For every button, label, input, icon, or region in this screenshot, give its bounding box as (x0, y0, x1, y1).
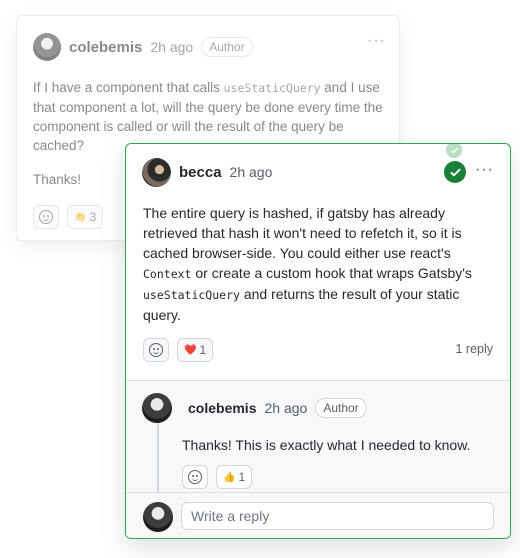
comment-signoff: Thanks! (33, 172, 82, 187)
reaction-emoji: ❤️ (184, 344, 197, 356)
reply-composer (126, 492, 510, 538)
inline-code: Context (143, 267, 192, 281)
inline-code: useStaticQuery (223, 81, 321, 95)
answer-header: becca 2h ago (142, 157, 272, 187)
avatar (143, 502, 173, 532)
author-name[interactable]: colebemis (188, 400, 256, 416)
accepted-answer-icon (444, 161, 466, 183)
timestamp[interactable]: 2h ago (230, 164, 273, 180)
avatar[interactable] (33, 33, 61, 61)
add-reaction-button[interactable] (33, 205, 59, 229)
reactions-bar: ❤️ 1 (143, 338, 214, 362)
avatar[interactable] (142, 393, 172, 423)
add-reaction-button[interactable] (143, 338, 169, 362)
reaction-count: 3 (89, 210, 97, 224)
replies-section: colebemis 2h ago Author Thanks! This is … (126, 380, 510, 538)
more-options-icon[interactable]: ··· (367, 32, 386, 50)
more-options-icon[interactable]: ··· (475, 161, 494, 179)
body-text: or create a custom hook that wraps Gatsb… (191, 265, 472, 281)
reactions-bar: 👏 3 (33, 205, 104, 229)
reply-input[interactable] (181, 502, 494, 530)
body-text: If I have a component that calls (33, 80, 224, 95)
smiley-icon (188, 470, 202, 484)
reactions-bar: 👍 1 (182, 465, 253, 489)
reply-text: Thanks! This is exactly what I needed to… (182, 437, 471, 453)
answer-card: becca 2h ago ··· The entire query is has… (125, 143, 511, 539)
author-badge: Author (201, 37, 253, 57)
reaction-chip[interactable]: 👏 3 (67, 205, 104, 229)
thread-line (157, 411, 159, 493)
reaction-emoji: 👍 (223, 471, 236, 483)
avatar[interactable] (142, 157, 171, 187)
timestamp[interactable]: 2h ago (264, 400, 307, 416)
answer-body: The entire query is hashed, if gatsby ha… (143, 203, 495, 325)
check-circle-icon (446, 144, 462, 158)
reaction-emoji: 👏 (74, 211, 87, 223)
inline-code: useStaticQuery (143, 288, 240, 302)
author-name[interactable]: colebemis (69, 39, 142, 56)
add-reaction-button[interactable] (182, 465, 208, 489)
body-text: The entire query is hashed, if gatsby ha… (143, 205, 462, 261)
reaction-count: 1 (238, 470, 246, 484)
smiley-icon (149, 343, 163, 357)
reaction-chip[interactable]: ❤️ 1 (177, 338, 214, 362)
reply-header: colebemis 2h ago Author (142, 393, 482, 423)
reaction-chip[interactable]: 👍 1 (216, 465, 253, 489)
smiley-icon (39, 210, 53, 224)
reply-count[interactable]: 1 reply (455, 342, 493, 356)
comment-header: colebemis 2h ago Author (33, 32, 253, 62)
author-name[interactable]: becca (179, 164, 222, 181)
reaction-count: 1 (199, 343, 207, 357)
timestamp[interactable]: 2h ago (150, 39, 193, 55)
author-badge: Author (315, 398, 367, 418)
